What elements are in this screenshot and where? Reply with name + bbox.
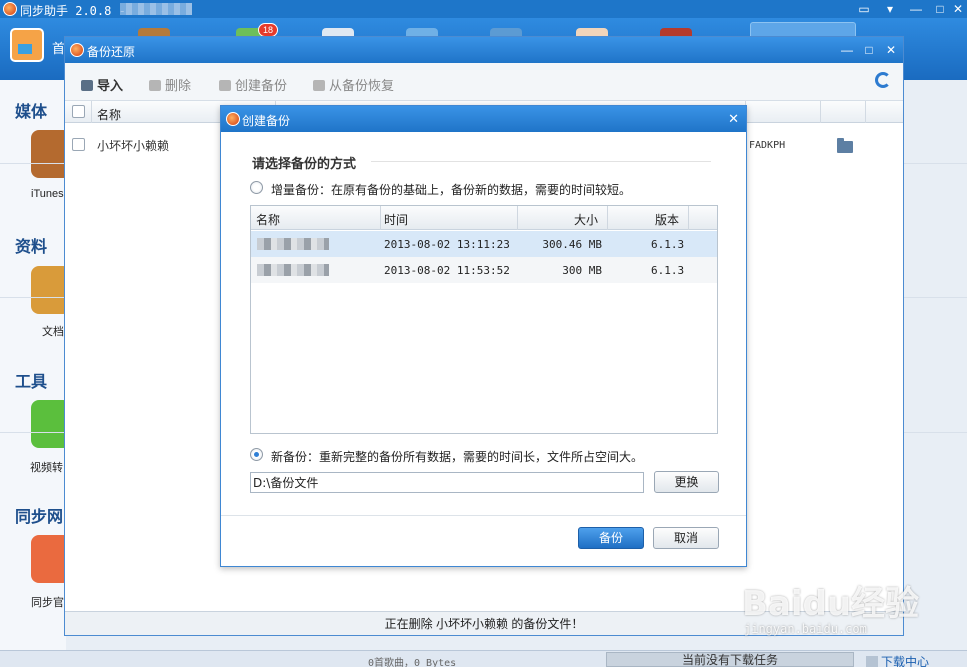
import-button[interactable]: 导入 xyxy=(81,75,123,94)
divider xyxy=(371,161,711,162)
skin-icon[interactable]: ▾ xyxy=(882,1,898,17)
download-center-link[interactable]: 下载中心 xyxy=(866,653,929,667)
download-center-label: 下载中心 xyxy=(881,655,930,667)
backup-toolbar: 导入 删除 创建备份 从备份恢复 xyxy=(65,63,903,101)
column-version-header[interactable]: 版本 xyxy=(655,211,679,228)
minimize-button[interactable]: — xyxy=(839,42,855,58)
section-heading-tools: 工具 xyxy=(15,374,48,391)
itunes-label[interactable]: iTunes xyxy=(31,188,64,200)
restore-label: 从备份恢复 xyxy=(329,78,395,93)
divider xyxy=(221,515,746,516)
column-separator xyxy=(607,206,608,230)
app-logo-icon xyxy=(3,2,17,16)
new-backup-label[interactable]: 新备份：重新完整的备份所有数据，需要的时间长，文件所占空间大。 xyxy=(271,448,643,465)
dialog-titlebar[interactable]: 创建备份 ✕ xyxy=(221,106,746,132)
create-backup-dialog: 创建备份 ✕ 请选择备份的方式 增量备份：在原有备份的基础上，备份新的数据，需要… xyxy=(220,105,747,567)
device-name-blurred xyxy=(120,3,192,15)
update-count-badge: 18 xyxy=(258,23,279,37)
backup-path-input[interactable] xyxy=(250,472,644,493)
section-heading-data: 资料 xyxy=(15,239,48,256)
songs-summary: 0首歌曲，0 Bytes xyxy=(368,658,457,667)
video-convert-label[interactable]: 视频转 xyxy=(30,459,63,475)
backup-time: 2013-08-02 13:11:23 xyxy=(384,238,510,251)
maximize-button[interactable]: □ xyxy=(861,42,877,58)
create-backup-button[interactable]: 创建备份 xyxy=(219,75,287,94)
backup-version: 6.1.3 xyxy=(651,238,685,251)
column-separator xyxy=(380,206,381,230)
restore-icon xyxy=(313,80,325,91)
watermark-logo: Baidu经验 xyxy=(742,584,920,624)
column-size-header[interactable]: 大小 xyxy=(574,211,598,228)
backup-list-row[interactable]: 2013-08-02 11:53:52 300 MB 6.1.3 xyxy=(251,257,717,283)
column-separator xyxy=(865,101,866,123)
backup-window-title: 备份还原 xyxy=(87,45,136,59)
column-time-header[interactable]: 时间 xyxy=(384,211,408,228)
app-titlebar: 同步助手 2.0.8 - ▭ ▾ — □ ✕ xyxy=(0,0,967,18)
device-name-blurred xyxy=(257,264,329,276)
row-checkbox[interactable] xyxy=(72,138,85,151)
delete-label: 删除 xyxy=(165,78,192,93)
existing-backups-header: 名称 时间 大小 版本 xyxy=(251,206,717,230)
import-label: 导入 xyxy=(97,78,124,93)
delete-button[interactable]: 删除 xyxy=(149,75,191,94)
restore-button[interactable]: 从备份恢复 xyxy=(313,75,394,94)
app-logo-icon xyxy=(226,112,240,126)
backup-window-titlebar[interactable]: 备份还原 — □ ✕ xyxy=(65,37,903,63)
backup-time: 2013-08-02 11:53:52 xyxy=(384,264,510,277)
backup-size: 300.46 MB xyxy=(542,238,602,251)
column-separator xyxy=(517,206,518,230)
column-name-header[interactable]: 名称 xyxy=(97,106,121,123)
existing-backups-list: 名称 时间 大小 版本 2013-08-02 13:11:23 300.46 M… xyxy=(250,205,718,434)
section-heading-sync-network: 同步网 xyxy=(15,509,64,526)
backup-version: 6.1.3 xyxy=(651,264,685,277)
column-separator xyxy=(91,101,92,123)
left-panel: 媒体 iTunes 资料 文档 工具 视频转 同步网 同步官 xyxy=(0,80,71,650)
download-icon xyxy=(866,656,878,667)
download-status: 当前没有下载任务 xyxy=(606,652,854,667)
backup-button[interactable]: 备份 xyxy=(578,527,644,549)
select-all-checkbox[interactable] xyxy=(72,105,85,118)
folder-icon[interactable] xyxy=(837,138,853,153)
backup-size: 300 MB xyxy=(562,264,602,277)
column-separator xyxy=(820,101,821,123)
create-backup-label: 创建备份 xyxy=(235,78,288,93)
minimize-button[interactable]: — xyxy=(908,1,924,17)
maximize-button[interactable]: □ xyxy=(932,1,948,17)
feedback-icon[interactable]: ▭ xyxy=(856,1,872,17)
close-button[interactable]: ✕ xyxy=(950,1,966,17)
dialog-title: 创建备份 xyxy=(242,114,291,128)
column-name-header[interactable]: 名称 xyxy=(256,211,280,228)
change-path-button[interactable]: 更换 xyxy=(654,471,719,493)
new-backup-radio[interactable] xyxy=(250,448,263,461)
backup-list-row[interactable]: 2013-08-02 13:11:23 300.46 MB 6.1.3 xyxy=(251,231,717,257)
column-separator xyxy=(688,206,689,230)
app-statusbar: 0首歌曲，0 Bytes 当前没有下载任务 下载中心 xyxy=(0,650,967,667)
device-name-blurred xyxy=(257,238,329,250)
close-button[interactable]: ✕ xyxy=(883,42,899,58)
backup-row-name[interactable]: 小坏坏小赖赖 xyxy=(97,137,169,154)
section-heading-media: 媒体 xyxy=(15,104,48,121)
documents-label[interactable]: 文档 xyxy=(42,323,64,339)
baidu-watermark: Baidu经验 jingyan.baidu.com xyxy=(742,576,942,636)
cancel-button[interactable]: 取消 xyxy=(653,527,719,549)
sync-official-label[interactable]: 同步官 xyxy=(31,594,64,610)
close-icon[interactable]: ✕ xyxy=(728,111,739,127)
backup-row-serial: FADKPH xyxy=(749,140,786,151)
incremental-backup-radio[interactable] xyxy=(250,181,263,194)
app-title: 同步助手 2.0.8 - xyxy=(20,4,126,18)
watermark-url: jingyan.baidu.com xyxy=(744,622,867,636)
app-logo-icon xyxy=(70,43,84,57)
copy-icon xyxy=(219,80,231,91)
home-icon[interactable] xyxy=(10,28,44,62)
dialog-heading: 请选择备份的方式 xyxy=(252,156,357,171)
refresh-icon[interactable] xyxy=(875,72,891,88)
trash-icon xyxy=(149,80,161,91)
import-icon xyxy=(81,80,93,91)
incremental-backup-label[interactable]: 增量备份：在原有备份的基础上，备份新的数据，需要的时间较短。 xyxy=(271,181,631,198)
